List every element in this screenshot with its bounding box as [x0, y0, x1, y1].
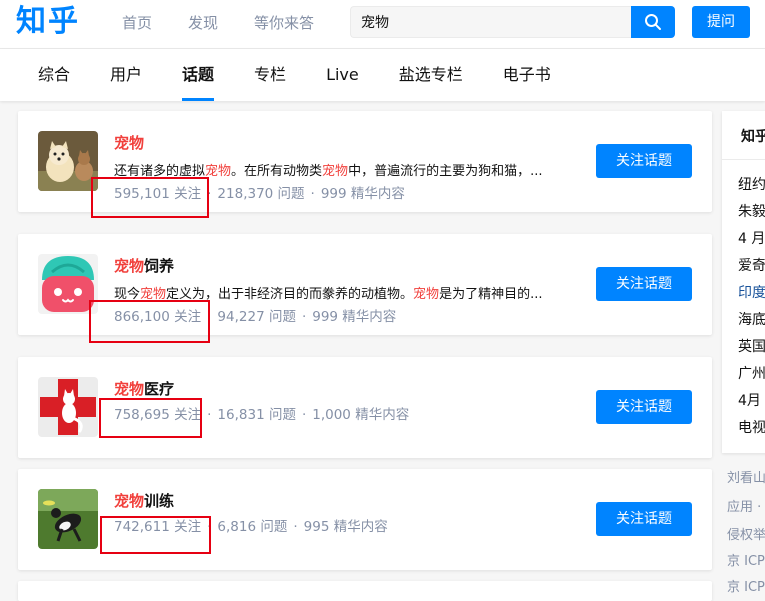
follow-topic-button[interactable]: 关注话题 [596, 144, 692, 178]
topic-title-highlight: 宠物 [114, 257, 145, 275]
topic-title[interactable]: 宠物饲养 [114, 256, 174, 276]
question-count[interactable]: 16,831 问题 [217, 407, 296, 423]
topic-title-highlight: 宠物 [114, 492, 145, 510]
sidebar-item[interactable]: 朱毅 [738, 202, 765, 222]
excerpt-text: 。在所有动物类 [231, 164, 323, 179]
topic-title[interactable]: 宠物训练 [114, 491, 174, 511]
topic-title-rest: 医疗 [144, 380, 175, 398]
topic-title-rest: 饲养 [144, 257, 175, 275]
topic-avatar-dog-frisbee[interactable] [38, 489, 98, 549]
sidebar-item[interactable]: 爱奇 [738, 256, 765, 276]
tab-general[interactable]: 综合 [38, 49, 70, 101]
sidebar-item[interactable]: 英国 [738, 337, 765, 357]
search-type-tabs: 综合 用户 话题 专栏 Live 盐选专栏 电子书 [0, 49, 765, 101]
tab-columns[interactable]: 专栏 [254, 49, 286, 101]
annotation-box [99, 398, 202, 438]
sidebar-item[interactable]: 电视 [738, 418, 765, 438]
divider [722, 159, 765, 160]
zhihu-logo[interactable]: 知乎 [16, 4, 80, 40]
nav-waiting[interactable]: 等你来答 [236, 0, 332, 48]
main-nav: 首页 发现 等你来答 [104, 0, 332, 48]
topic-title-rest: 训练 [144, 492, 175, 510]
sidebar-item[interactable]: 海底 [738, 310, 765, 330]
search-icon [645, 14, 661, 30]
nav-discover[interactable]: 发现 [170, 0, 236, 48]
tab-topics[interactable]: 话题 [182, 49, 215, 101]
tab-users[interactable]: 用户 [110, 49, 142, 101]
topic-title[interactable]: 宠物 [114, 133, 144, 153]
topic-card-partial [18, 581, 712, 601]
topic-title[interactable]: 宠物医疗 [114, 379, 174, 399]
excerpt-text: 是为了精神目的... [439, 287, 543, 302]
follow-topic-button[interactable]: 关注话题 [596, 267, 692, 301]
nav-home[interactable]: 首页 [104, 0, 170, 48]
sidebar-item[interactable]: 4月 [738, 391, 761, 411]
annotation-box [100, 516, 211, 554]
search-input[interactable] [351, 7, 632, 37]
excerpt-highlight: 宠物 [413, 287, 440, 302]
excerpt-highlight: 宠物 [322, 164, 349, 179]
search-button[interactable] [631, 6, 675, 38]
follow-topic-button[interactable]: 关注话题 [596, 502, 692, 536]
footer-link[interactable]: 刘看山 [727, 467, 765, 486]
featured-count[interactable]: 999 精华内容 [312, 309, 396, 325]
topic-avatar-red-cross-cat[interactable] [38, 377, 98, 437]
tab-live[interactable]: Live [326, 49, 359, 101]
tab-ebooks[interactable]: 电子书 [503, 49, 551, 101]
footer-link[interactable]: 京 ICP [727, 550, 765, 569]
sidebar-item[interactable]: 4 月 [738, 229, 765, 249]
follow-topic-button[interactable]: 关注话题 [596, 390, 692, 424]
ask-button[interactable]: 提问 [692, 6, 750, 38]
topic-title-highlight: 宠物 [114, 380, 145, 398]
topic-title-highlight: 宠物 [114, 134, 145, 152]
featured-count[interactable]: 1,000 精华内容 [312, 407, 409, 423]
question-count[interactable]: 6,816 问题 [217, 519, 287, 535]
sidebar-item[interactable]: 纽约 [738, 175, 765, 195]
footer-link[interactable]: 应用 · [727, 496, 761, 515]
featured-count[interactable]: 995 精华内容 [304, 519, 388, 535]
footer-link[interactable]: 侵权举 [727, 524, 765, 543]
hot-search-sidebar: 知乎 纽约 朱毅 4 月 爱奇 印度 海底 英国 广州 4月 电视 [722, 111, 765, 453]
sidebar-item[interactable]: 广州 [738, 364, 765, 384]
excerpt-text: 中，普遍流行的主要为狗和猫，... [348, 164, 543, 179]
sidebar-item[interactable]: 印度 [738, 283, 765, 303]
sidebar-title: 知乎 [741, 129, 765, 145]
annotation-box [89, 300, 210, 343]
top-header: 知乎 首页 发现 等你来答 提问 [0, 0, 765, 49]
featured-count[interactable]: 999 精华内容 [321, 186, 405, 202]
question-count[interactable]: 94,227 问题 [217, 309, 296, 325]
annotation-box [91, 177, 209, 218]
question-count[interactable]: 218,370 问题 [217, 186, 304, 202]
tab-salt-columns[interactable]: 盐选专栏 [399, 49, 463, 101]
topic-avatar-dog-cat[interactable] [38, 131, 98, 191]
search-box [350, 6, 632, 38]
footer-link[interactable]: 京 ICP [727, 576, 765, 595]
